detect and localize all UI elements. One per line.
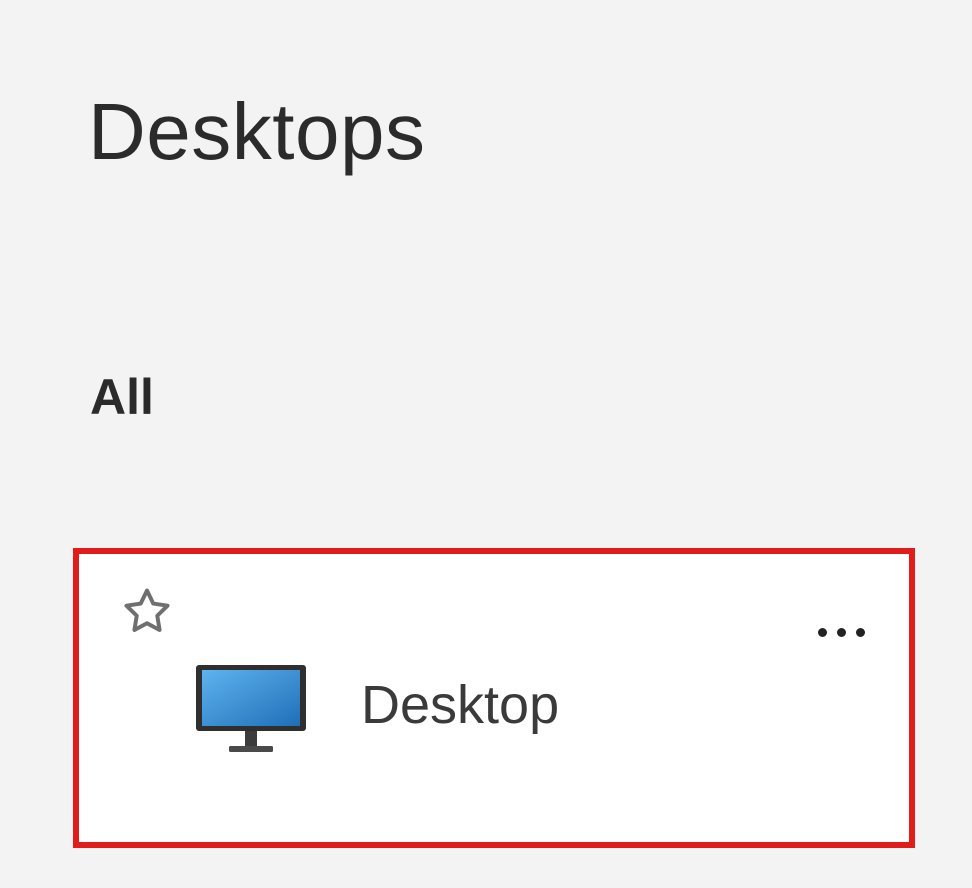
- section-label-all: All: [90, 369, 154, 425]
- more-options-button[interactable]: [801, 612, 881, 652]
- desktops-page: Desktops All Desktop: [0, 0, 972, 888]
- page-title: Desktops: [88, 87, 426, 176]
- desktop-card[interactable]: Desktop: [73, 548, 915, 848]
- monitor-icon: [196, 665, 306, 752]
- desktop-name: Desktop: [361, 675, 560, 735]
- more-horizontal-icon: [817, 627, 827, 637]
- star-outline-icon[interactable]: [119, 584, 175, 640]
